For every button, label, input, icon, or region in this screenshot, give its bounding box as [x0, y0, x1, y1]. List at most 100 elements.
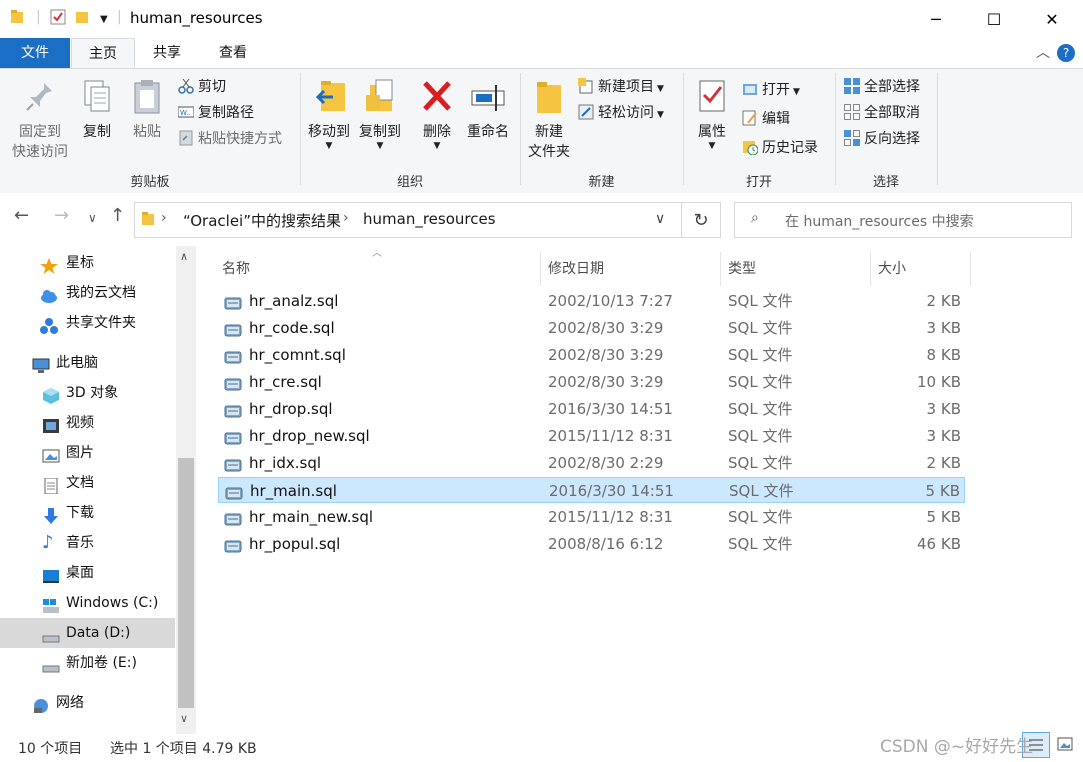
- file-row[interactable]: hr_main.sql 2016/3/30 14:51 SQL 文件 5 KB: [218, 477, 965, 503]
- select-all-button[interactable]: 全部选择: [844, 76, 920, 98]
- sidebar-item-this-pc[interactable]: 此电脑: [0, 348, 175, 378]
- paste-shortcut-icon: [178, 130, 194, 146]
- column-divider[interactable]: [970, 252, 971, 286]
- sidebar-item-pictures[interactable]: 图片: [0, 438, 175, 468]
- easy-access-button[interactable]: 轻松访问 ▼: [578, 102, 664, 124]
- new-folder-quick-icon[interactable]: [75, 9, 89, 29]
- file-row[interactable]: hr_drop_new.sql 2015/11/12 8:31 SQL 文件 3 KB: [218, 423, 965, 449]
- selection-info: 选中 1 个项目 4.79 KB: [110, 741, 257, 757]
- collapse-ribbon-icon[interactable]: ︿: [1033, 38, 1053, 68]
- cloud-icon: [40, 285, 58, 303]
- column-header-size[interactable]: 大小: [878, 252, 968, 286]
- sidebar-item-cloud-docs[interactable]: 我的云文档: [0, 278, 175, 308]
- sidebar-item-desktop[interactable]: 桌面: [0, 558, 175, 588]
- maximize-button[interactable]: ☐: [965, 0, 1023, 38]
- file-date: 2015/11/12 8:31: [548, 508, 673, 526]
- file-row[interactable]: hr_analz.sql 2002/10/13 7:27 SQL 文件 2 KB: [218, 288, 965, 314]
- column-header-name[interactable]: 名称: [222, 252, 540, 286]
- back-arrow-icon[interactable]: ←: [14, 205, 29, 226]
- column-divider[interactable]: [720, 252, 721, 286]
- dropdown-arrow-icon: ▼: [433, 141, 441, 151]
- pin-quick-access-button[interactable]: 固定到 快速访问: [6, 77, 74, 161]
- column-divider[interactable]: [540, 252, 541, 286]
- file-row[interactable]: hr_code.sql 2002/8/30 3:29 SQL 文件 3 KB: [218, 315, 965, 341]
- sidebar-item-shared-folder[interactable]: 共享文件夹: [0, 308, 175, 338]
- file-row[interactable]: hr_idx.sql 2002/8/30 2:29 SQL 文件 2 KB: [218, 450, 965, 476]
- sidebar-item-documents[interactable]: 文档: [0, 468, 175, 498]
- sidebar-item-downloads[interactable]: 下载: [0, 498, 175, 528]
- column-header-date[interactable]: 修改日期: [548, 252, 720, 286]
- properties-button[interactable]: 属性 ▼: [690, 77, 734, 151]
- history-button[interactable]: 历史记录: [742, 137, 818, 159]
- close-button[interactable]: ✕: [1023, 0, 1081, 38]
- column-divider[interactable]: [870, 252, 871, 286]
- search-box[interactable]: ⌕ 在 human_resources 中搜索: [734, 202, 1072, 238]
- file-row[interactable]: hr_cre.sql 2002/8/30 3:29 SQL 文件 10 KB: [218, 369, 965, 395]
- sql-file-icon: [225, 483, 243, 500]
- close-icon: ✕: [1045, 9, 1059, 29]
- sidebar-item-music[interactable]: ♪ 音乐: [0, 528, 175, 558]
- help-icon[interactable]: ?: [1057, 44, 1075, 62]
- delete-button[interactable]: 删除 ▼: [416, 77, 458, 151]
- breadcrumb-search-results[interactable]: “Oraclei”中的搜索结果: [183, 210, 341, 231]
- edit-button[interactable]: 编辑: [742, 108, 790, 130]
- breadcrumb-separator-icon[interactable]: ›: [161, 210, 167, 226]
- new-item-button[interactable]: 新建项目 ▼: [578, 76, 664, 98]
- breadcrumb-human-resources[interactable]: human_resources: [363, 210, 496, 228]
- copy-path-button[interactable]: W.. 复制路径: [177, 102, 254, 124]
- file-row[interactable]: hr_comnt.sql 2002/8/30 3:29 SQL 文件 8 KB: [218, 342, 965, 368]
- move-to-button[interactable]: 移动到 ▼: [305, 77, 353, 151]
- select-all-label: 全部选择: [864, 79, 920, 95]
- sidebar-item-label: Data (D:): [66, 625, 131, 641]
- tab-share[interactable]: 共享: [136, 38, 198, 68]
- file-row[interactable]: hr_main_new.sql 2015/11/12 8:31 SQL 文件 5 KB: [218, 504, 965, 530]
- paste-icon: [134, 80, 160, 114]
- item-count: 10 个项目: [18, 741, 83, 757]
- column-header-type[interactable]: 类型: [728, 252, 870, 286]
- copy-button[interactable]: 复制: [76, 77, 118, 141]
- copy-to-button[interactable]: 复制到 ▼: [356, 77, 404, 151]
- sidebar-item-data-d[interactable]: Data (D:): [0, 618, 175, 648]
- address-dropdown-icon[interactable]: ∨: [655, 211, 665, 227]
- file-row[interactable]: hr_popul.sql 2008/8/16 6:12 SQL 文件 46 KB: [218, 531, 965, 557]
- scroll-up-icon[interactable]: ∧: [180, 250, 188, 263]
- dropdown-arrow-icon: ▼: [657, 110, 664, 120]
- forward-arrow-icon[interactable]: →: [54, 205, 69, 226]
- file-size: 10 KB: [917, 373, 961, 391]
- file-row[interactable]: hr_drop.sql 2016/3/30 14:51 SQL 文件 3 KB: [218, 396, 965, 422]
- minimize-button[interactable]: ─: [907, 0, 965, 38]
- sidebar-item-videos[interactable]: 视频: [0, 408, 175, 438]
- sidebar-item-label: 共享文件夹: [66, 315, 136, 331]
- paste-shortcut-button[interactable]: 粘贴快捷方式: [178, 128, 282, 150]
- sidebar-item-new-volume-e[interactable]: 新加卷 (E:): [0, 648, 175, 678]
- scroll-down-icon[interactable]: ∨: [180, 712, 188, 725]
- invert-selection-button[interactable]: 反向选择: [844, 128, 920, 150]
- recent-locations-icon[interactable]: ∨: [88, 211, 97, 225]
- customize-quick-access-icon[interactable]: ▼: [100, 14, 108, 25]
- tab-home[interactable]: 主页: [71, 38, 135, 69]
- address-bar[interactable]: › “Oraclei”中的搜索结果 › human_resources ∨: [134, 202, 682, 238]
- tab-view[interactable]: 查看: [202, 38, 264, 68]
- rename-button[interactable]: 重命名: [462, 77, 514, 141]
- sidebar-scrollbar[interactable]: ∧ ∨: [176, 246, 196, 734]
- sidebar-item-starred[interactable]: 星标: [0, 248, 175, 278]
- sidebar-item-windows-c[interactable]: Windows (C:): [0, 588, 175, 618]
- file-size: 8 KB: [926, 346, 961, 364]
- copy-to-icon: [366, 79, 393, 111]
- paste-button[interactable]: 粘贴: [126, 77, 168, 141]
- sidebar-item-network[interactable]: 网络: [0, 688, 175, 718]
- large-icons-view-button[interactable]: [1053, 734, 1077, 756]
- up-arrow-icon[interactable]: ↑: [110, 205, 125, 226]
- sidebar-item-3d-objects[interactable]: 3D 对象: [0, 378, 175, 408]
- tab-file[interactable]: 文件: [0, 38, 70, 68]
- properties-icon: [699, 80, 725, 112]
- scrollbar-thumb[interactable]: [178, 458, 194, 708]
- music-icon: ♪: [42, 532, 54, 553]
- cut-button[interactable]: 剪切: [178, 76, 226, 98]
- refresh-button[interactable]: ↻: [682, 202, 721, 238]
- breadcrumb-separator-icon[interactable]: ›: [343, 210, 349, 226]
- open-button[interactable]: 打开 ▼: [742, 79, 800, 101]
- properties-quick-icon[interactable]: [50, 9, 66, 29]
- select-none-button[interactable]: 全部取消: [844, 102, 920, 124]
- new-folder-button[interactable]: 新建 文件夹: [524, 77, 574, 161]
